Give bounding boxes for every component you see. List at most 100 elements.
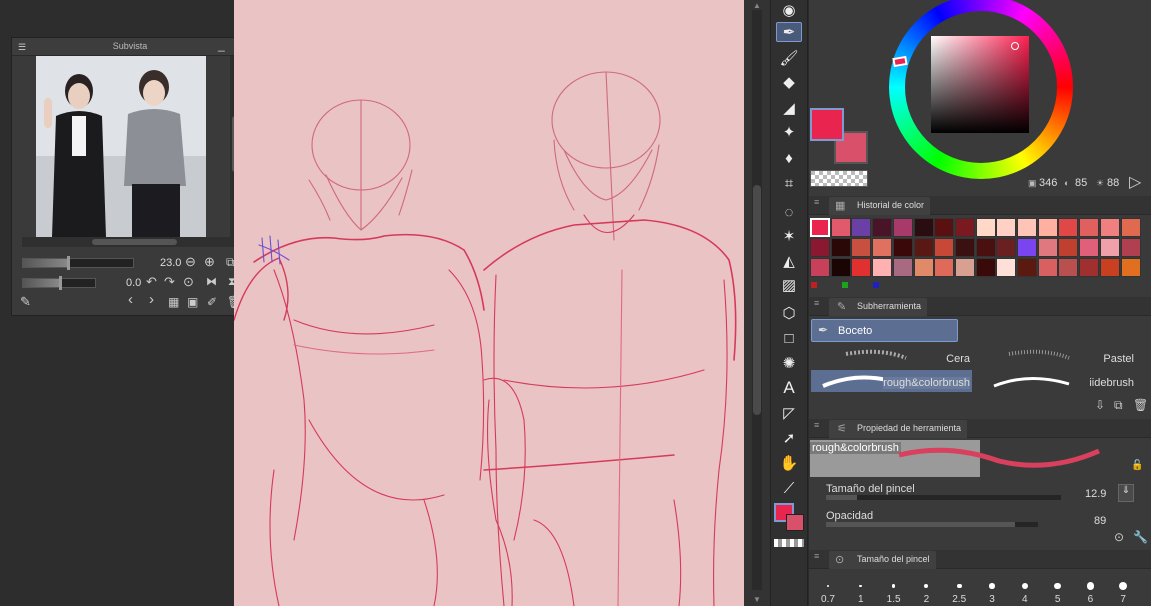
hand-icon[interactable]: ✋ bbox=[776, 453, 802, 473]
history-swatch[interactable] bbox=[851, 238, 872, 257]
history-swatch[interactable] bbox=[1037, 218, 1058, 237]
brush-size-preset-label[interactable]: 2.5 bbox=[944, 594, 974, 605]
previous-image-icon[interactable]: ‹ bbox=[128, 292, 133, 307]
rotate-right-icon[interactable]: ↷ bbox=[164, 275, 175, 288]
history-swatch[interactable] bbox=[810, 218, 830, 237]
brush-item-pastel[interactable]: Pastel bbox=[974, 346, 1136, 368]
history-swatch[interactable] bbox=[975, 218, 996, 237]
brush-size-dot[interactable] bbox=[1119, 581, 1128, 591]
main-color-swatch[interactable] bbox=[810, 108, 844, 141]
scroll-down-icon[interactable]: ▼ bbox=[753, 595, 761, 604]
canvas-vscroll[interactable]: ▲ ▼ bbox=[744, 0, 770, 606]
brush-size-dot[interactable] bbox=[1086, 582, 1095, 590]
history-swatch[interactable] bbox=[1017, 258, 1037, 277]
history-swatch[interactable] bbox=[1099, 258, 1120, 277]
zoom-slider[interactable] bbox=[22, 256, 134, 270]
zoom-in-icon[interactable]: ⊕ bbox=[204, 255, 215, 268]
history-swatch[interactable] bbox=[872, 258, 893, 277]
history-swatch[interactable] bbox=[975, 258, 996, 277]
eraser-icon[interactable]: ◆ bbox=[776, 72, 802, 92]
size-dropdown-icon[interactable]: ⇓ bbox=[1118, 484, 1134, 502]
zoom-out-icon[interactable]: ⊖ bbox=[185, 255, 196, 268]
tab-brush-size[interactable]: ⊙ Tamaño del pincel bbox=[829, 551, 936, 569]
brush-size-preset-label[interactable]: 6 bbox=[1075, 594, 1105, 605]
sub-color-chip[interactable] bbox=[786, 514, 804, 531]
history-swatch[interactable] bbox=[851, 258, 872, 277]
brush-size-slider[interactable] bbox=[826, 495, 1061, 500]
history-swatch[interactable] bbox=[913, 238, 934, 257]
tab-tool-property[interactable]: ⚟ Propiedad de herramienta bbox=[829, 420, 968, 438]
rotate-left-icon[interactable]: ↶ bbox=[146, 275, 157, 288]
drawing-canvas[interactable] bbox=[234, 0, 744, 606]
bucket-icon[interactable]: ◭ bbox=[776, 251, 802, 271]
brush-size-dot[interactable] bbox=[989, 583, 995, 589]
history-swatch[interactable] bbox=[1058, 238, 1079, 257]
brush-item-iidebrush[interactable]: iidebrush bbox=[974, 370, 1136, 392]
saturation-value-square[interactable] bbox=[931, 36, 1029, 133]
tab-subtool[interactable]: ✎ Subherramienta bbox=[829, 298, 928, 316]
brush-item-cera[interactable]: Cera bbox=[811, 346, 972, 368]
brush-icon[interactable]: 🖌 bbox=[776, 48, 802, 68]
history-swatch[interactable] bbox=[1120, 218, 1141, 237]
history-swatch[interactable] bbox=[892, 218, 913, 237]
brush-size-dot[interactable] bbox=[827, 585, 829, 587]
history-swatch[interactable] bbox=[1058, 258, 1079, 277]
eyedropper-icon[interactable]: ✎ bbox=[20, 295, 31, 308]
brush-size-preset-label[interactable]: 5 bbox=[1043, 594, 1073, 605]
eye-icon[interactable]: ◉ bbox=[776, 0, 802, 20]
history-swatch[interactable] bbox=[1099, 238, 1120, 257]
open-folder-icon[interactable]: ▣ bbox=[187, 296, 198, 308]
brush-size-preset-label[interactable]: 0.7 bbox=[813, 594, 843, 605]
panel-handle-icon[interactable]: ≡ bbox=[814, 421, 819, 430]
minimize-icon[interactable]: _ bbox=[218, 39, 225, 51]
history-swatch[interactable] bbox=[872, 218, 893, 237]
history-swatch[interactable] bbox=[1099, 218, 1120, 237]
history-swatch[interactable] bbox=[954, 258, 975, 277]
brush-size-dot[interactable] bbox=[891, 584, 896, 588]
ruler-icon[interactable]: ◸ bbox=[776, 403, 802, 423]
history-swatch[interactable] bbox=[830, 258, 851, 277]
subtool-group-boceto[interactable]: ✒ Boceto bbox=[811, 319, 958, 342]
history-swatch[interactable] bbox=[1037, 258, 1058, 277]
brush-size-dot[interactable] bbox=[859, 584, 863, 588]
history-swatch[interactable] bbox=[1017, 238, 1037, 257]
history-swatch[interactable] bbox=[1017, 218, 1037, 237]
reset-rotation-icon[interactable]: ⊙ bbox=[183, 275, 194, 288]
opacity-slider[interactable] bbox=[826, 522, 1038, 527]
history-swatch[interactable] bbox=[954, 238, 975, 257]
history-swatch[interactable] bbox=[810, 258, 830, 277]
scroll-up-icon[interactable]: ▲ bbox=[753, 1, 761, 10]
panel-handle-icon[interactable]: ≡ bbox=[814, 552, 819, 561]
history-swatch[interactable] bbox=[892, 238, 913, 257]
history-swatch[interactable] bbox=[954, 218, 975, 237]
brush-size-dot[interactable] bbox=[1054, 582, 1062, 590]
gradient-icon[interactable]: ▨ bbox=[776, 275, 802, 295]
history-swatch[interactable] bbox=[1079, 238, 1100, 257]
history-swatch[interactable] bbox=[1120, 258, 1141, 277]
subview-hscroll[interactable] bbox=[22, 237, 242, 247]
text-icon[interactable]: A bbox=[776, 378, 802, 398]
burst-icon[interactable]: ✺ bbox=[776, 353, 802, 373]
history-swatch[interactable] bbox=[872, 238, 893, 257]
panel-handle-icon[interactable]: ≡ bbox=[814, 299, 819, 308]
pen-icon[interactable]: ✒ bbox=[776, 22, 802, 42]
brush-size-preset-label[interactable]: 4 bbox=[1010, 594, 1040, 605]
history-swatch[interactable] bbox=[934, 238, 955, 257]
history-swatch[interactable] bbox=[934, 258, 955, 277]
history-swatch[interactable] bbox=[1120, 238, 1141, 257]
fill-icon[interactable]: ◢ bbox=[776, 98, 802, 118]
wrench-icon[interactable]: 🔧 bbox=[1133, 530, 1148, 544]
sparkle-icon[interactable]: ✦ bbox=[776, 122, 802, 142]
history-swatch[interactable] bbox=[830, 238, 851, 257]
brush-size-dot[interactable] bbox=[956, 583, 962, 589]
delete-icon[interactable]: 🗑 bbox=[1133, 398, 1148, 412]
flip-horizontal-icon[interactable]: ⧓ bbox=[206, 276, 217, 288]
dropper-icon[interactable]: ⟋ bbox=[776, 478, 802, 498]
duplicate-icon[interactable]: ⧉ bbox=[1114, 398, 1123, 413]
thumbnail-grid-icon[interactable]: ▦ bbox=[168, 296, 179, 308]
history-swatch[interactable] bbox=[996, 218, 1017, 237]
cube-icon[interactable]: ⬡ bbox=[776, 303, 802, 323]
play-icon[interactable]: ▷ bbox=[1129, 172, 1141, 192]
history-swatch[interactable] bbox=[1079, 258, 1100, 277]
panel-handle-icon[interactable]: ≡ bbox=[814, 198, 819, 207]
